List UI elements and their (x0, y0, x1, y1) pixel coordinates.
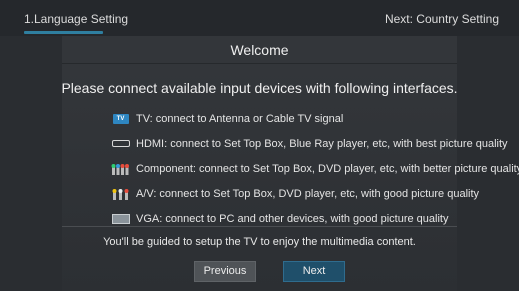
step-header: 1.Language Setting Next: Country Setting (0, 0, 519, 36)
next-button[interactable]: Next (283, 261, 345, 282)
step-progress-bar (24, 31, 103, 34)
tv-icon: TV (111, 112, 130, 126)
interface-text: HDMI: connect to Set Top Box, Blue Ray p… (136, 137, 508, 150)
interface-text: Component: connect to Set Top Box, DVD p… (136, 162, 519, 175)
interface-text: VGA: connect to PC and other devices, wi… (136, 212, 449, 225)
list-item-vga: VGA: connect to PC and other devices, wi… (111, 206, 516, 231)
page-title: Welcome (230, 42, 289, 58)
interface-list: TV TV: connect to Antenna or Cable TV si… (111, 106, 519, 231)
list-item-tv: TV TV: connect to Antenna or Cable TV si… (111, 106, 516, 131)
previous-button[interactable]: Previous (194, 261, 256, 282)
vga-icon (111, 212, 130, 226)
interface-text: A/V: connect to Set Top Box, DVD player,… (136, 187, 480, 200)
guide-text: You'll be guided to setup the TV to enjo… (103, 236, 416, 248)
instruction-text: Please connect available input devices w… (61, 80, 458, 96)
current-step-label: 1.Language Setting (24, 12, 129, 26)
interface-text: TV: connect to Antenna or Cable TV signa… (136, 112, 344, 125)
av-icon (111, 187, 130, 201)
hdmi-icon (111, 137, 130, 151)
list-item-hdmi: HDMI: connect to Set Top Box, Blue Ray p… (111, 131, 516, 156)
next-step-label: Next: Country Setting (384, 12, 499, 26)
component-icon (111, 162, 130, 176)
divider (62, 226, 457, 227)
list-item-component: Component: connect to Set Top Box, DVD p… (111, 156, 519, 181)
list-item-av: A/V: connect to Set Top Box, DVD player,… (111, 181, 516, 206)
tv-icon-label: TV (112, 113, 129, 124)
